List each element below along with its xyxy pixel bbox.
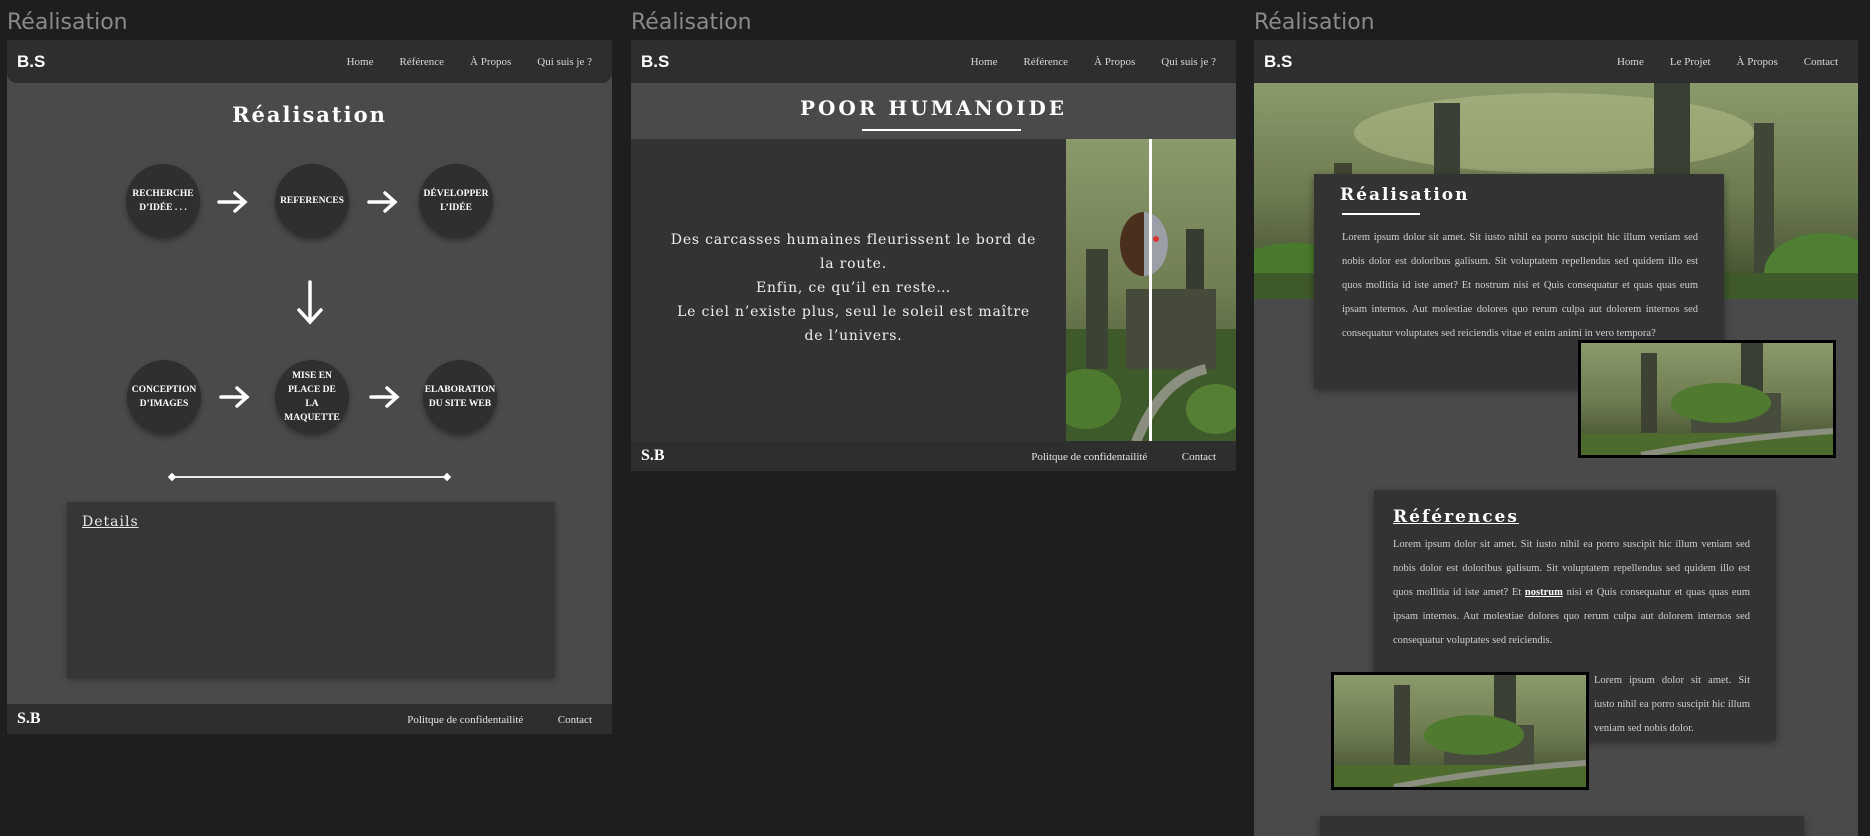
nav-contact[interactable]: Contact <box>1804 56 1838 68</box>
footer-contact-link[interactable]: Contact <box>1182 451 1216 463</box>
arrow-right-icon <box>367 191 398 213</box>
nav-a-propos[interactable]: À Propos <box>1094 56 1135 68</box>
arrow-right-icon <box>219 386 250 408</box>
card-title: Références <box>1393 507 1519 527</box>
card-title: Réalisation <box>1340 185 1470 205</box>
details-panel: Details <box>67 502 555 678</box>
arrow-down-icon <box>297 280 323 325</box>
arrow-right-icon <box>369 386 400 408</box>
cyborg-artwork-image <box>1066 139 1236 442</box>
frame-label-3: Réalisation <box>1254 10 1375 35</box>
navbar: B.S Home Référence À Propos Qui suis je … <box>7 40 612 83</box>
footer-logo[interactable]: S.B <box>641 447 665 465</box>
nav-a-propos[interactable]: À Propos <box>470 56 511 68</box>
logo[interactable]: B.S <box>1264 52 1292 72</box>
card-text-secondary: Lorem ipsum dolor sit amet. Sit iusto ni… <box>1594 675 1750 734</box>
step-recherche: RECHERCHE D’IDÉE . . . <box>126 164 200 238</box>
nav-a-propos[interactable]: À Propos <box>1737 56 1778 68</box>
page-title: Réalisation <box>232 102 387 127</box>
navbar: B.S Home Le Projet À Propos Contact <box>1254 40 1858 83</box>
step-elaboration: ELABORATION DU SITE WEB <box>423 360 497 434</box>
footer: S.B Politque de confidentailité Contact <box>631 441 1236 471</box>
logo[interactable]: B.S <box>17 52 45 72</box>
poem-line: Le ciel n’existe plus, seul le soleil es… <box>677 304 1030 344</box>
landscape-thumbnail <box>1578 340 1836 458</box>
footer-privacy-link[interactable]: Politque de confidentailité <box>407 714 523 726</box>
nav-reference[interactable]: Référence <box>1023 56 1068 68</box>
realisation-process-frame: B.S Home Référence À Propos Qui suis je … <box>7 40 612 734</box>
nav-home[interactable]: Home <box>1617 56 1644 68</box>
navbar: B.S Home Référence À Propos Qui suis je … <box>631 40 1236 83</box>
poem-line: Enfin, ce qu’il en reste… <box>755 280 952 296</box>
nav-qui-suis-je[interactable]: Qui suis je ? <box>1161 56 1216 68</box>
frame-label-2: Réalisation <box>631 10 752 35</box>
card-text: Lorem ipsum dolor sit amet. Sit iusto ni… <box>1342 232 1698 339</box>
step-conception: CONCEPTION D’IMAGES <box>127 360 201 434</box>
nav-qui-suis-je[interactable]: Qui suis je ? <box>537 56 592 68</box>
bold-link[interactable]: nostrum <box>1525 587 1563 598</box>
next-card-partial <box>1320 816 1804 836</box>
page-title: POOR HUMANOIDE <box>799 96 1068 120</box>
poem-line: Des carcasses humaines fleurissent le bo… <box>670 232 1037 272</box>
title-underline <box>862 129 1021 131</box>
logo[interactable]: B.S <box>641 52 669 72</box>
footer-contact-link[interactable]: Contact <box>558 714 592 726</box>
nav-reference[interactable]: Référence <box>399 56 444 68</box>
step-developper: DÉVELOPPER L’IDÉE <box>419 164 493 238</box>
arrow-right-icon <box>217 191 248 213</box>
nav-home[interactable]: Home <box>347 56 374 68</box>
step-references: REFERENCES <box>275 164 349 238</box>
projet-frame: B.S Home Le Projet À Propos Contact Réal… <box>1254 40 1858 836</box>
footer-privacy-link[interactable]: Politque de confidentailité <box>1031 451 1147 463</box>
details-link[interactable]: Details <box>82 514 139 530</box>
footer: S.B Politque de confidentailité Contact <box>7 704 612 734</box>
step-maquette: MISE EN PLACE DE LA MAQUETTE <box>275 360 349 434</box>
divider-endpoint <box>167 472 177 482</box>
title-banner: POOR HUMANOIDE <box>631 83 1236 139</box>
frame-label-1: Réalisation <box>7 10 128 35</box>
divider-line <box>172 476 447 478</box>
landscape-thumbnail <box>1331 672 1589 790</box>
title-underline <box>1342 213 1420 215</box>
nav-home[interactable]: Home <box>971 56 998 68</box>
footer-logo[interactable]: S.B <box>17 710 41 728</box>
card-text: Lorem ipsum dolor sit amet. Sit iusto ni… <box>1393 539 1751 646</box>
nav-le-projet[interactable]: Le Projet <box>1670 56 1711 68</box>
poor-humanoide-frame: B.S Home Référence À Propos Qui suis je … <box>631 40 1236 471</box>
divider-endpoint <box>442 472 452 482</box>
poem-text: Des carcasses humaines fleurissent le bo… <box>666 228 1041 348</box>
